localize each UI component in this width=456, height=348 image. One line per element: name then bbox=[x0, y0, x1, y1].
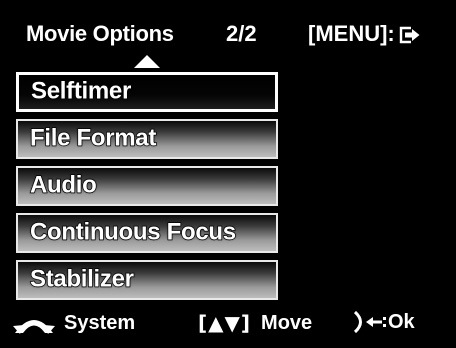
ok-hint[interactable]: Ok bbox=[352, 310, 415, 334]
menu-title: Movie Options bbox=[26, 21, 174, 46]
menu-item-label: Continuous Focus bbox=[29, 218, 237, 246]
menu-item-stabilizer[interactable]: Stabilizer bbox=[16, 260, 278, 300]
scroll-up-arrow-icon[interactable] bbox=[134, 55, 160, 68]
menu-exit-hint[interactable]: [MENU]: bbox=[308, 21, 422, 47]
menu-item-selftimer[interactable]: Selftimer bbox=[16, 72, 278, 112]
menu-item-label: Stabilizer bbox=[29, 265, 134, 293]
menu-item-file-format[interactable]: File Format bbox=[16, 119, 278, 159]
exit-icon bbox=[399, 26, 420, 43]
shutter-press-icon bbox=[353, 310, 386, 334]
mode-dial-icon bbox=[13, 319, 55, 334]
move-hint: [▲▼] Move bbox=[198, 311, 312, 335]
move-label: Move bbox=[261, 311, 313, 334]
menu-exit-label: [MENU]: bbox=[308, 21, 395, 46]
menu-item-label: Selftimer bbox=[30, 77, 132, 105]
menu-header: Movie Options 2/2 [MENU]: bbox=[0, 0, 456, 70]
menu-list: Selftimer File Format Audio Continuous F… bbox=[16, 72, 278, 307]
system-hint[interactable]: System bbox=[12, 312, 135, 335]
system-label: System bbox=[64, 312, 136, 334]
button-hints-bar: System [▲▼] Move Ok bbox=[0, 300, 456, 348]
menu-item-audio[interactable]: Audio bbox=[16, 166, 278, 206]
ok-label: Ok bbox=[388, 310, 415, 333]
up-down-keys-icon: [▲▼] bbox=[198, 311, 252, 335]
menu-item-continuous-focus[interactable]: Continuous Focus bbox=[16, 213, 278, 253]
menu-item-label: File Format bbox=[29, 124, 157, 152]
menu-item-label: Audio bbox=[29, 171, 97, 199]
page-indicator: 2/2 bbox=[226, 21, 257, 46]
